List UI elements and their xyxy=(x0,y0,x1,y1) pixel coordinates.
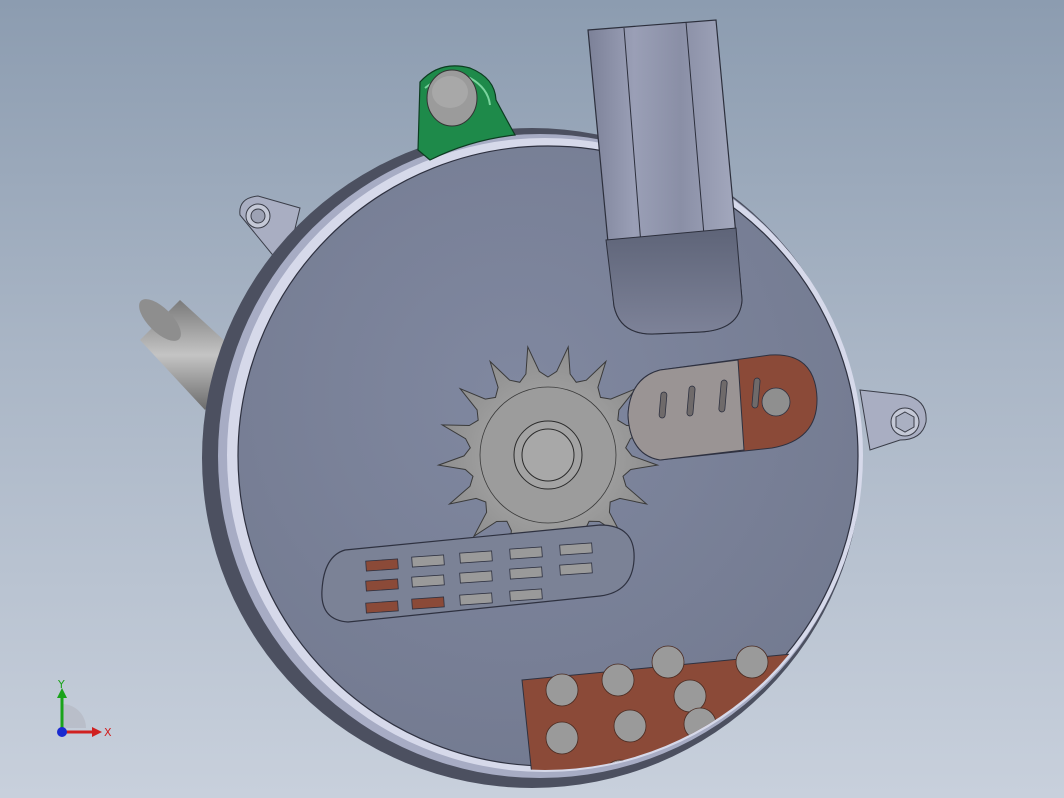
z-axis-dot xyxy=(57,727,67,737)
mounting-lug-right[interactable] xyxy=(859,389,927,451)
coordinate-triad: Y X xyxy=(57,678,112,739)
y-axis-label: Y xyxy=(57,678,65,691)
x-axis-label: X xyxy=(104,726,112,739)
cad-viewport[interactable] xyxy=(0,0,1064,798)
